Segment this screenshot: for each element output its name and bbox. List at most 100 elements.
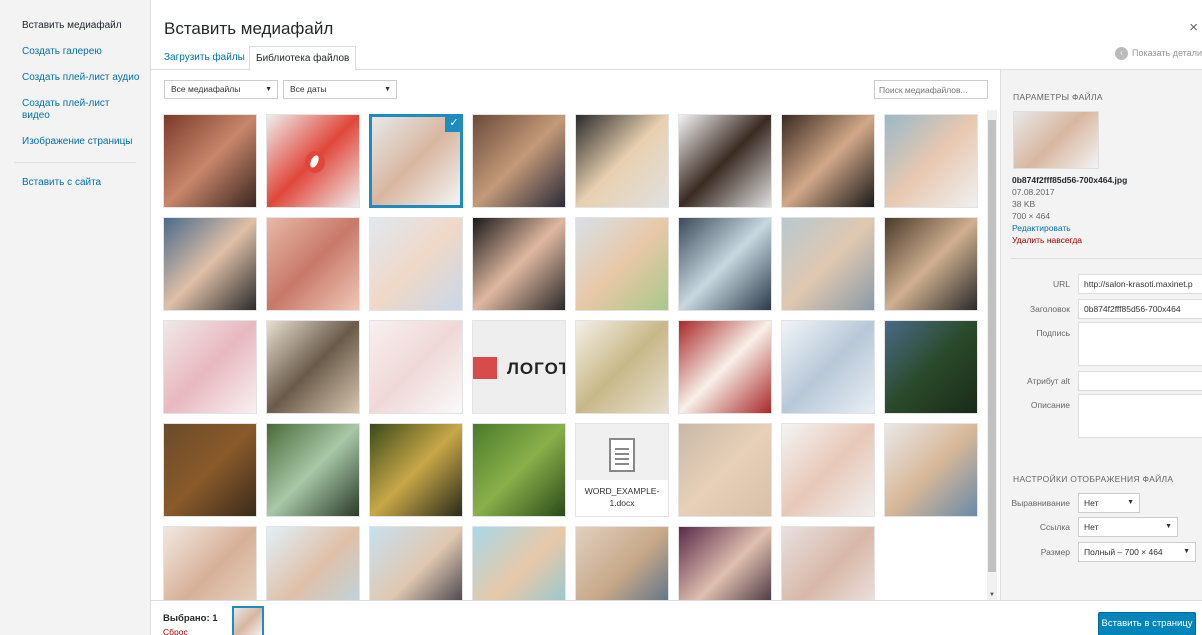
scrollbar[interactable]: ▼ xyxy=(987,110,997,600)
attachment-thumbnail[interactable] xyxy=(266,526,360,600)
attachment-thumbnail[interactable] xyxy=(369,217,463,311)
menu-insert-from-url[interactable]: Вставить с сайта xyxy=(0,177,150,189)
attachment-thumbnail[interactable] xyxy=(369,526,463,600)
align-select[interactable]: Нет ▼ xyxy=(1078,493,1140,513)
description-field[interactable] xyxy=(1078,394,1202,438)
attachment-thumbnail[interactable] xyxy=(266,217,360,311)
attachment-thumbnail[interactable] xyxy=(678,526,772,600)
selection-thumbnail[interactable] xyxy=(232,606,264,635)
attachment-image xyxy=(473,424,565,516)
media-type-filter[interactable]: Все медиафайлы ▼ xyxy=(164,80,278,99)
caption-field[interactable] xyxy=(1078,322,1202,366)
date-filter[interactable]: Все даты ▼ xyxy=(283,80,397,99)
attachment-image xyxy=(782,218,874,310)
logo-mark-icon xyxy=(305,151,325,173)
reset-selection-link[interactable]: Сброс xyxy=(163,627,188,635)
menu-create-video-playlist[interactable]: Создать плей-лист видео xyxy=(0,98,150,122)
alt-label: Атрибут alt xyxy=(1026,376,1070,386)
attachment-thumbnail[interactable] xyxy=(678,217,772,311)
attachment-thumbnail[interactable] xyxy=(678,320,772,414)
attachment-thumbnail[interactable] xyxy=(163,423,257,517)
url-field[interactable]: http://salon-krasoti.maxinet.p xyxy=(1078,274,1202,294)
media-modal: Вставить медиафайл Создать галерею Созда… xyxy=(0,0,1202,635)
attachments-grid: ✓ ЛОГОТ WORD_EXAMPLE-1.docx xyxy=(160,110,986,600)
attachment-thumbnail[interactable] xyxy=(678,114,772,208)
modal-title: Вставить медиафайл xyxy=(164,19,334,38)
attachment-thumbnail[interactable] xyxy=(678,423,772,517)
attachment-thumbnail[interactable] xyxy=(575,217,669,311)
attachment-thumbnail[interactable] xyxy=(575,320,669,414)
menu-create-audio-playlist[interactable]: Создать плей-лист аудио xyxy=(0,72,150,84)
attachment-image xyxy=(370,424,462,516)
document-icon xyxy=(609,438,635,472)
attachment-thumbnail[interactable] xyxy=(781,423,875,517)
edit-image-link[interactable]: Редактировать xyxy=(1012,222,1127,234)
attachment-thumbnail[interactable] xyxy=(266,423,360,517)
attachment-image xyxy=(782,321,874,413)
checkmark-icon[interactable]: ✓ xyxy=(445,117,460,132)
attachment-thumbnail[interactable] xyxy=(884,114,978,208)
menu-insert-media[interactable]: Вставить медиафайл xyxy=(0,20,150,32)
attachment-thumbnail[interactable] xyxy=(781,114,875,208)
tab-upload-files[interactable]: Загрузить файлы xyxy=(158,46,251,70)
description-label: Описание xyxy=(1030,400,1070,410)
attachment-thumbnail[interactable]: ✓ xyxy=(369,114,463,208)
chevron-left-icon: ‹ xyxy=(1114,46,1128,60)
attachment-thumbnail[interactable] xyxy=(781,526,875,600)
show-details-label: Показать детали xyxy=(1131,48,1202,58)
align-label: Выравнивание xyxy=(1011,498,1070,508)
attachment-thumbnail[interactable] xyxy=(781,320,875,414)
attachment-thumbnail[interactable] xyxy=(575,526,669,600)
attachment-thumbnail[interactable] xyxy=(163,114,257,208)
attachment-thumbnail[interactable] xyxy=(266,114,360,208)
media-type-filter-value: Все медиафайлы xyxy=(171,84,241,94)
attachment-thumbnail[interactable]: ЛОГОТ xyxy=(472,320,566,414)
scrollbar-thumb[interactable] xyxy=(988,120,996,572)
attachment-image xyxy=(370,218,462,310)
attachment-details-panel: ПАРАМЕТРЫ ФАЙЛА 0b874f2fff85d56-700x464.… xyxy=(1000,70,1202,600)
attachment-thumbnail[interactable] xyxy=(884,320,978,414)
attachment-thumbnail[interactable] xyxy=(163,320,257,414)
attachment-image xyxy=(267,321,359,413)
attachment-thumbnail[interactable] xyxy=(369,320,463,414)
attachment-thumbnail[interactable] xyxy=(884,423,978,517)
delete-permanently-link[interactable]: Удалить навсегда xyxy=(1012,234,1127,246)
attachment-thumbnail[interactable] xyxy=(369,423,463,517)
attachment-thumbnail[interactable] xyxy=(163,526,257,600)
menu-featured-image[interactable]: Изображение страницы xyxy=(0,136,150,148)
show-details-toggle[interactable]: ‹ Показать детали xyxy=(1114,46,1202,60)
insert-into-page-button[interactable]: Вставить в страницу xyxy=(1098,612,1196,635)
attachment-image xyxy=(267,218,359,310)
dropdown-arrow-icon: ▼ xyxy=(1127,499,1134,506)
document-filename: WORD_EXAMPLE-1.docx xyxy=(576,480,668,516)
attachment-image xyxy=(164,527,256,600)
attachment-thumbnail[interactable] xyxy=(781,217,875,311)
attachment-thumbnail[interactable] xyxy=(575,114,669,208)
link-select[interactable]: Нет ▼ xyxy=(1078,517,1178,537)
attachment-thumbnail[interactable] xyxy=(884,217,978,311)
alt-field[interactable] xyxy=(1078,371,1202,391)
size-select[interactable]: Полный – 700 × 464 ▼ xyxy=(1078,542,1196,562)
attachment-thumbnail[interactable] xyxy=(266,320,360,414)
attachment-thumbnail[interactable] xyxy=(472,114,566,208)
attachment-thumbnail[interactable] xyxy=(472,526,566,600)
search-input[interactable] xyxy=(874,80,988,99)
attachment-image xyxy=(370,321,462,413)
dropdown-arrow-icon: ▼ xyxy=(1165,523,1172,530)
attachment-image xyxy=(679,218,771,310)
attachment-thumbnail[interactable] xyxy=(472,423,566,517)
menu-create-gallery[interactable]: Создать галерею xyxy=(0,46,150,58)
attachment-image xyxy=(576,218,668,310)
attachment-image xyxy=(679,424,771,516)
attachment-thumbnail[interactable] xyxy=(472,217,566,311)
close-icon[interactable]: × xyxy=(1189,19,1198,36)
scroll-down-icon[interactable]: ▼ xyxy=(989,592,995,598)
tab-media-library[interactable]: Библиотека файлов xyxy=(249,46,357,71)
attachment-document[interactable]: WORD_EXAMPLE-1.docx xyxy=(575,423,669,517)
title-field[interactable]: 0b874f2fff85d56-700x464 xyxy=(1078,299,1202,319)
attachment-image xyxy=(370,527,462,600)
router-tabs: Загрузить файлы Библиотека файлов xyxy=(151,46,1202,71)
dropdown-arrow-icon: ▼ xyxy=(1183,548,1190,555)
display-settings-heading: НАСТРОЙКИ ОТОБРАЖЕНИЯ ФАЙЛА xyxy=(1013,474,1174,484)
attachment-thumbnail[interactable] xyxy=(163,217,257,311)
